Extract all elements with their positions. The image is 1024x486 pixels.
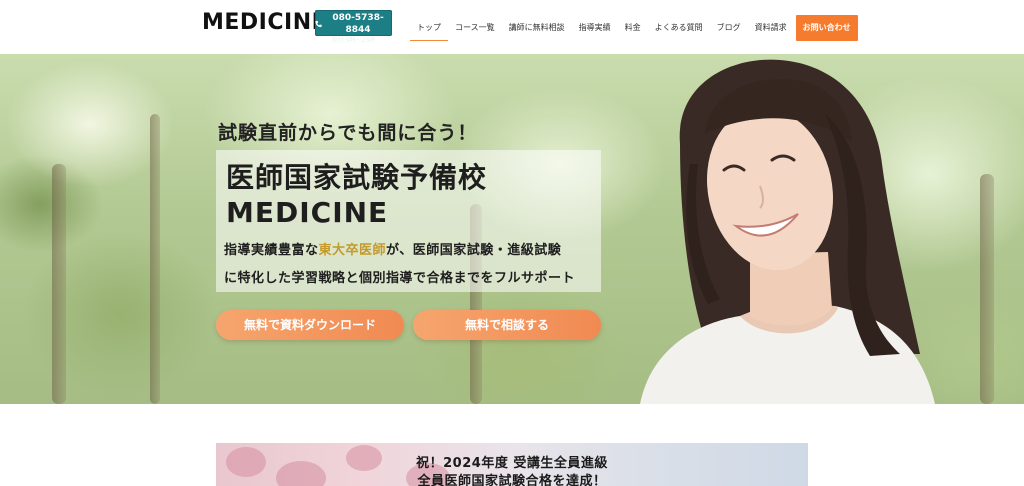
lead-text-after: が、医師国家試験・進級試験 (386, 243, 562, 258)
lead-highlight: 東大卒医師 (318, 243, 387, 258)
nav-item-pricing[interactable]: 料金 (618, 15, 648, 41)
phone-hours: 受付:9時〜23時 (331, 37, 376, 44)
nav-item-free-consultation[interactable]: 講師に無料相談 (502, 15, 572, 41)
phone-contact-box[interactable]: 080-5738-8844 受付:9時〜23時 (315, 10, 392, 44)
nav-item-results[interactable]: 指導実績 (572, 15, 618, 41)
nav-item-courses[interactable]: コース一覧 (448, 15, 502, 41)
achievement-banner: 祝！2024年度 受講生全員進級 全員医師国家試験合格を達成！ (216, 443, 808, 486)
download-brochure-button[interactable]: 無料で資料ダウンロード (216, 310, 404, 340)
banner-line2: 全員医師国家試験合格を達成！ (417, 474, 607, 486)
hero-lead-line2: に特化した学習戦略と個別指導で合格までをフルサポート (224, 271, 576, 286)
hero-woman-image (640, 59, 935, 404)
phone-number: 080-5738-8844 (332, 13, 384, 35)
background-tree-trunk (150, 114, 160, 404)
hero-tagline: 試験直前からでも間に合う！ (218, 122, 478, 144)
phone-icon (315, 20, 322, 28)
banner-line1: 祝！2024年度 受講生全員進級 (416, 456, 608, 471)
hero-title-line2: MEDICINE (226, 196, 389, 229)
hero-lead-line1: 指導実績豊富な東大卒医師が、医師国家試験・進級試験 (224, 239, 561, 258)
nav-item-faq[interactable]: よくある質問 (648, 15, 710, 41)
nav-item-blog[interactable]: ブログ (710, 15, 748, 41)
phone-number-row: 080-5738-8844 (315, 10, 392, 36)
nav-item-brochure-request[interactable]: 資料請求 (748, 15, 794, 41)
free-consultation-button[interactable]: 無料で相談する (413, 310, 601, 340)
lead-text-before: 指導実績豊富な (224, 243, 319, 258)
background-tree-trunk (52, 164, 66, 404)
site-header: MEDICINE 080-5738-8844 受付:9時〜23時 トップ コース… (0, 0, 1024, 54)
hero-title-line1: 医師国家試験予備校 (226, 161, 488, 194)
contact-button[interactable]: お問い合わせ (795, 15, 858, 41)
nav-item-top[interactable]: トップ (410, 15, 448, 41)
main-nav: トップ コース一覧 講師に無料相談 指導実績 料金 よくある質問 ブログ 資料請… (410, 15, 858, 41)
background-tree-trunk (980, 174, 994, 404)
site-logo[interactable]: MEDICINE (202, 10, 327, 35)
